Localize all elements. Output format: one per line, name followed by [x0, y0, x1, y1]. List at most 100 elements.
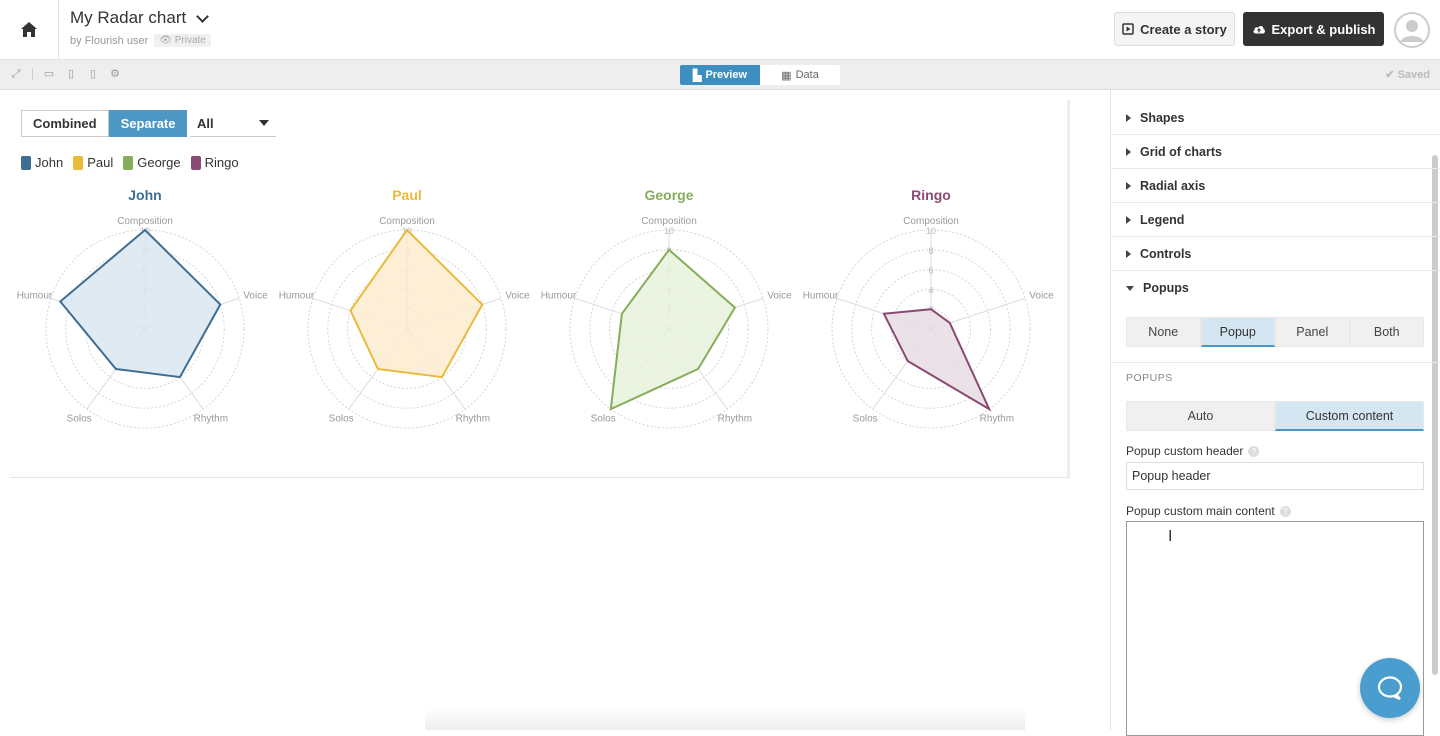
saved-status: ✔ Saved — [1385, 69, 1430, 81]
radial-tick-label: 10 — [664, 226, 674, 236]
legend-item-john[interactable]: John — [21, 155, 63, 170]
legend-item-paul[interactable]: Paul — [73, 155, 113, 170]
popup-header-label-text: Popup custom header — [1126, 444, 1244, 458]
chevron-down-icon[interactable] — [196, 9, 210, 23]
axis-label: Voice — [767, 290, 792, 301]
saved-text: Saved — [1397, 69, 1430, 81]
content-mode-custom[interactable]: Custom content — [1275, 401, 1424, 431]
content-mode-selector: Auto Custom content — [1126, 401, 1424, 431]
section-popups[interactable]: Popups — [1110, 271, 1440, 305]
chart-icon: ▙ — [692, 69, 702, 82]
filter-select[interactable]: All — [190, 110, 276, 137]
privacy-badge: 👁 Private — [154, 34, 211, 47]
axis-label: Rhythm — [718, 414, 752, 425]
gear-icon[interactable]: ⚙ — [109, 68, 121, 80]
axis-label: Humour — [541, 290, 577, 301]
help-chat-button[interactable] — [1360, 658, 1420, 718]
tablet-icon[interactable]: ▯ — [65, 68, 77, 80]
radar-george: GeorgeCompositionVoiceRhythmSolosHumour0… — [541, 187, 792, 429]
section-label: Grid of charts — [1140, 144, 1222, 159]
user-avatar[interactable] — [1394, 12, 1430, 48]
popup-mode-none[interactable]: None — [1126, 317, 1201, 347]
axis-label: Humour — [279, 290, 315, 301]
separate-button[interactable]: Separate — [108, 110, 188, 137]
radial-tick-label: 8 — [928, 246, 933, 256]
toolbar-icons: ⤢ ▭ ▯ ▯ ⚙ — [10, 68, 121, 80]
legend-item-george[interactable]: George — [123, 155, 181, 170]
section-grid-of-charts[interactable]: Grid of charts — [1110, 135, 1440, 169]
chart-title-text: My Radar chart — [70, 8, 187, 27]
section-label: Radial axis — [1140, 178, 1206, 193]
toolbar-divider — [32, 68, 33, 80]
axis-label: Solos — [67, 414, 92, 425]
radar-title: George — [644, 187, 693, 203]
section-label: Legend — [1140, 212, 1185, 227]
privacy-text: Private — [174, 35, 206, 46]
story-icon — [1122, 23, 1134, 35]
legend-item-ringo[interactable]: Ringo — [190, 155, 239, 170]
legend-label: Ringo — [204, 155, 239, 170]
section-shapes[interactable]: Shapes — [1110, 101, 1440, 135]
caret-right-icon — [1126, 249, 1131, 258]
section-controls[interactable]: Controls — [1110, 237, 1440, 271]
axis-label: Rhythm — [980, 414, 1014, 425]
title-block: My Radar chart by Flourish user 👁 Privat… — [70, 8, 211, 47]
popup-mode-popup[interactable]: Popup — [1200, 317, 1275, 347]
radial-tick-label: 4 — [928, 285, 933, 295]
section-radial-axis[interactable]: Radial axis — [1110, 169, 1440, 203]
help-icon[interactable]: ? — [1279, 505, 1291, 517]
radar-polygon — [349, 228, 484, 379]
radar-ringo: RingoCompositionVoiceRhythmSolosHumour02… — [803, 187, 1054, 429]
export-publish-button[interactable]: Export & publish — [1243, 12, 1384, 46]
table-icon: ▦ — [781, 69, 792, 82]
avatar-icon — [1394, 12, 1430, 48]
radar-polygon — [58, 228, 222, 379]
tab-preview[interactable]: ▙ Preview — [680, 65, 760, 85]
popup-mode-both[interactable]: Both — [1349, 317, 1424, 347]
legend-swatch — [190, 155, 201, 170]
caret-down-icon — [259, 120, 269, 126]
axis-label: Voice — [505, 290, 530, 301]
popup-main-label: Popup custom main content ? — [1126, 504, 1291, 518]
legend-swatch — [73, 155, 84, 170]
radar-john: JohnCompositionVoiceRhythmSolosHumour024… — [17, 187, 268, 429]
filter-select-value: All — [197, 115, 214, 131]
radar-paul: PaulCompositionVoiceRhythmSolosHumour024… — [279, 187, 530, 429]
text-cursor-icon: I — [1168, 528, 1173, 545]
desktop-icon[interactable]: ▭ — [43, 68, 55, 80]
axis-label: Humour — [803, 290, 839, 301]
content-mode-auto[interactable]: Auto — [1126, 401, 1275, 431]
popup-mode-selector: None Popup Panel Both — [1126, 317, 1424, 347]
create-story-button[interactable]: Create a story — [1114, 12, 1235, 46]
home-button[interactable] — [0, 0, 59, 59]
radar-title: Ringo — [911, 187, 951, 203]
legend-swatch — [21, 155, 31, 170]
tab-data[interactable]: ▦ Data — [760, 65, 840, 85]
mobile-icon[interactable]: ▯ — [87, 68, 99, 80]
caret-down-icon — [1126, 285, 1134, 291]
tab-preview-label: Preview — [705, 69, 748, 81]
export-label: Export & publish — [1271, 21, 1376, 37]
chart-title[interactable]: My Radar chart — [70, 8, 211, 28]
create-story-label: Create a story — [1140, 21, 1227, 37]
radar-polygon — [609, 248, 737, 411]
popup-header-input[interactable] — [1126, 462, 1424, 490]
chat-icon — [1377, 676, 1403, 701]
radar-title: Paul — [392, 187, 422, 203]
radar-polygon — [882, 308, 992, 412]
axis-label: Rhythm — [456, 414, 490, 425]
chart-legend: John Paul George Ringo — [21, 155, 239, 170]
combined-button[interactable]: Combined — [21, 110, 109, 137]
help-icon[interactable]: ? — [1248, 445, 1260, 457]
axis-label: Rhythm — [194, 414, 228, 425]
caret-right-icon — [1126, 181, 1131, 190]
page-footer-shadow — [425, 708, 1025, 730]
axis-label: Solos — [329, 414, 354, 425]
legend-swatch — [123, 155, 134, 170]
section-legend[interactable]: Legend — [1110, 203, 1440, 237]
fullscreen-icon[interactable]: ⤢ — [10, 68, 22, 80]
tab-data-label: Data — [795, 69, 819, 81]
popups-sublabel: POPUPS — [1126, 372, 1173, 384]
axis-label: Solos — [591, 414, 616, 425]
popup-mode-panel[interactable]: Panel — [1275, 317, 1350, 347]
